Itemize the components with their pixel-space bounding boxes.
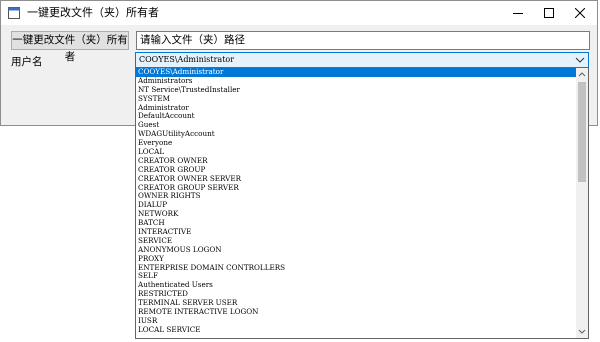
minimize-icon — [513, 13, 523, 14]
dropdown-item[interactable]: SERVICE — [136, 237, 576, 246]
maximize-button[interactable] — [532, 1, 566, 25]
dropdown-item[interactable]: ENTERPRISE DOMAIN CONTROLLERS — [136, 264, 576, 273]
title-bar[interactable]: 一键更改文件（夹）所有者 — [1, 1, 597, 25]
dropdown-item[interactable]: NT Service\TrustedInstaller — [136, 86, 576, 95]
dropdown-item[interactable]: IUSR — [136, 317, 576, 326]
path-input[interactable]: 请输入文件（夹）路径 — [136, 31, 590, 50]
dropdown-item[interactable]: BATCH — [136, 219, 576, 228]
dropdown-item[interactable]: WDAGUtilityAccount — [136, 130, 576, 139]
maximize-icon — [544, 8, 554, 18]
dropdown-scrollbar[interactable] — [576, 68, 588, 338]
username-combobox[interactable]: COOYES\Administrator — [135, 52, 589, 68]
dropdown-item[interactable]: TERMINAL SERVER USER — [136, 299, 576, 308]
window-title: 一键更改文件（夹）所有者 — [27, 6, 159, 19]
dropdown-item[interactable]: OWNER RIGHTS — [136, 192, 576, 201]
chevron-down-icon[interactable] — [575, 55, 585, 65]
dropdown-item[interactable]: INTERACTIVE — [136, 228, 576, 237]
dropdown-item[interactable]: PROXY — [136, 255, 576, 264]
app-icon — [8, 7, 20, 19]
dropdown-item[interactable]: Administrators — [136, 77, 576, 86]
dropdown-item[interactable]: Guest — [136, 121, 576, 130]
scroll-down-icon[interactable] — [577, 327, 587, 337]
dropdown-item[interactable]: SYSTEM — [136, 95, 576, 104]
dropdown-item[interactable]: Authenticated Users — [136, 281, 576, 290]
dropdown-item[interactable]: Administrator — [136, 104, 576, 113]
dropdown-item[interactable]: RESTRICTED — [136, 290, 576, 299]
dropdown-item[interactable]: CREATOR OWNER — [136, 157, 576, 166]
dropdown-item[interactable]: CREATOR OWNER SERVER — [136, 175, 576, 184]
dropdown-item[interactable]: DefaultAccount — [136, 112, 576, 121]
close-icon — [575, 8, 585, 18]
dropdown-item[interactable]: COOYES\Administrator — [136, 68, 576, 77]
dropdown-item[interactable]: Everyone — [136, 139, 576, 148]
minimize-button[interactable] — [501, 1, 535, 25]
dropdown-item[interactable]: NETWORK — [136, 210, 576, 219]
dropdown-item[interactable]: CREATOR GROUP — [136, 166, 576, 175]
scroll-up-icon[interactable] — [577, 69, 587, 79]
dropdown-item[interactable]: ANONYMOUS LOGON — [136, 246, 576, 255]
username-label: 用户名 — [11, 56, 43, 68]
dropdown-item[interactable]: SELF — [136, 272, 576, 281]
dropdown-item[interactable]: DIALUP — [136, 201, 576, 210]
scrollbar-thumb[interactable] — [578, 82, 586, 182]
dropdown-item[interactable]: LOCAL — [136, 148, 576, 157]
username-dropdown-list[interactable]: COOYES\Administrator Administrators NT Ser… — [135, 67, 589, 339]
dropdown-item[interactable]: LOCAL SERVICE — [136, 326, 576, 335]
dropdown-item[interactable]: CREATOR GROUP SERVER — [136, 184, 576, 193]
dropdown-items: COOYES\Administrator Administrators NT Ser… — [136, 68, 576, 338]
change-owner-button[interactable]: 一键更改文件（夹）所有者 — [11, 31, 129, 63]
close-button[interactable] — [563, 1, 597, 25]
username-selected-value: COOYES\Administrator — [139, 55, 235, 64]
dropdown-item[interactable]: REMOTE INTERACTIVE LOGON — [136, 308, 576, 317]
